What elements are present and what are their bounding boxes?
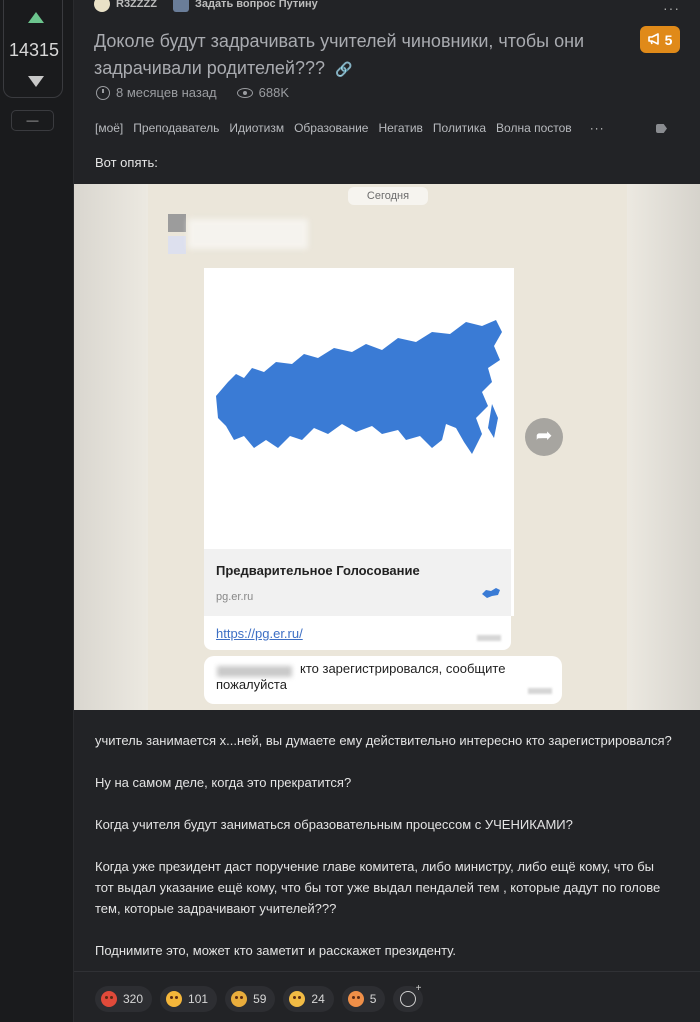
vote-box: 14315 [3, 0, 63, 98]
add-reaction-icon [400, 983, 421, 1007]
angry-face-icon [101, 991, 117, 1007]
reactions-bar: 320 101 59 24 5 [95, 983, 424, 1012]
image-backdrop-right [627, 184, 700, 710]
tag[interactable]: Волна постов [496, 121, 572, 135]
tag[interactable]: [моё] [95, 121, 123, 135]
message-link[interactable]: https://pg.er.ru/ [216, 626, 303, 641]
upvote-arrow-icon[interactable] [28, 12, 44, 23]
downvote-arrow-icon[interactable] [28, 76, 44, 87]
post-views: 688K [258, 85, 290, 100]
body-paragraph: Когда уже президент даст поручение главе… [95, 859, 661, 916]
eye-icon [236, 87, 253, 98]
sad-face-icon [231, 991, 248, 1007]
body-paragraph: учитель занимается х...ней, вы думаете е… [95, 733, 672, 748]
body-paragraph: Когда учителя будут заниматься образоват… [95, 817, 573, 832]
reaction-count: 320 [123, 992, 144, 1006]
mini-map-icon [482, 588, 500, 598]
forward-icon[interactable]: ➦ [525, 418, 563, 456]
cool-face-icon [289, 991, 306, 1007]
left-rail: 14315 — [0, 0, 74, 1022]
author-avatar[interactable] [94, 0, 110, 12]
russia-map-shape [216, 320, 502, 454]
vote-count: 14315 [8, 40, 60, 60]
badge-count: 5 [664, 31, 673, 48]
sakhalin-island-shape [488, 404, 498, 438]
chat-message: кто зарегистрировался, сообщите пожалуйс… [204, 656, 562, 704]
post: R3ZZZZ Задать вопрос Путину ··· 5 Доколе… [74, 0, 700, 1022]
divider [74, 971, 700, 972]
clock-icon [96, 85, 110, 100]
post-meta: 8 месяцев назад 688K [96, 85, 289, 100]
collapse-button[interactable]: — [11, 110, 54, 131]
blurred-time [528, 688, 552, 694]
post-image[interactable]: Сегодня Предварительное Голосование pg.e… [74, 184, 700, 710]
shocked-face-icon [347, 991, 364, 1007]
post-time: 8 месяцев назад [116, 85, 217, 100]
link-message[interactable]: https://pg.er.ru/ [204, 616, 511, 650]
post-header: R3ZZZZ Задать вопрос Путину [94, 0, 318, 14]
community-avatar[interactable] [172, 0, 189, 12]
chat-screenshot: Сегодня Предварительное Голосование pg.e… [148, 184, 627, 710]
blurred-name [188, 219, 308, 249]
tag-list: [моё] Преподаватель Идиотизм Образование… [95, 121, 685, 135]
reaction-count: 5 [369, 992, 377, 1006]
reaction-laugh[interactable]: 101 [160, 986, 218, 1012]
blurred-avatar [168, 236, 186, 254]
reaction-angry[interactable]: 320 [95, 986, 153, 1012]
reaction-count: 24 [311, 992, 325, 1006]
tag[interactable]: Политика [433, 121, 486, 135]
link-preview-title: Предварительное Голосование [216, 563, 420, 578]
chat-day-label: Сегодня [348, 187, 428, 205]
blurred-time [477, 635, 501, 641]
badge[interactable]: 5 [640, 26, 680, 53]
tag[interactable]: Преподаватель [133, 121, 219, 135]
tag[interactable]: Идиотизм [229, 121, 284, 135]
laughing-face-icon [166, 991, 183, 1007]
reaction-shock[interactable]: 5 [341, 986, 386, 1012]
more-tags-icon[interactable]: ··· [590, 121, 605, 135]
post-title[interactable]: Доколе будут задрачивать учителей чиновн… [94, 28, 594, 83]
russia-map-image [216, 320, 502, 454]
reaction-cool[interactable]: 24 [283, 986, 334, 1012]
reaction-count: 59 [253, 992, 267, 1006]
image-backdrop-left [74, 184, 148, 710]
chat-message-text: кто зарегистрировался, сообщите пожалуйс… [216, 661, 506, 692]
add-reaction-button[interactable] [393, 983, 424, 1012]
community-name[interactable]: Задать вопрос Путину [195, 0, 318, 10]
link-preview[interactable]: Предварительное Голосование pg.er.ru [204, 549, 511, 616]
body-paragraph: Ну на самом деле, когда это прекратится? [95, 775, 352, 790]
tag[interactable]: Образование [294, 121, 368, 135]
more-options-icon[interactable]: ··· [663, 0, 680, 16]
tag[interactable]: Негатив [378, 121, 422, 135]
link-preview-site: pg.er.ru [216, 591, 254, 603]
reaction-count: 101 [188, 992, 209, 1006]
body-paragraph: Поднимите это, может кто заметит и расск… [95, 943, 456, 958]
megaphone-icon [647, 32, 661, 48]
author-name[interactable]: R3ZZZZ [116, 0, 157, 10]
link-icon[interactable]: 🔗 [335, 61, 352, 77]
reaction-sad[interactable]: 59 [225, 986, 276, 1012]
post-body: учитель занимается х...ней, вы думаете е… [95, 730, 675, 982]
blurred-avatar [168, 214, 186, 232]
post-intro: Вот опять: [95, 155, 158, 170]
